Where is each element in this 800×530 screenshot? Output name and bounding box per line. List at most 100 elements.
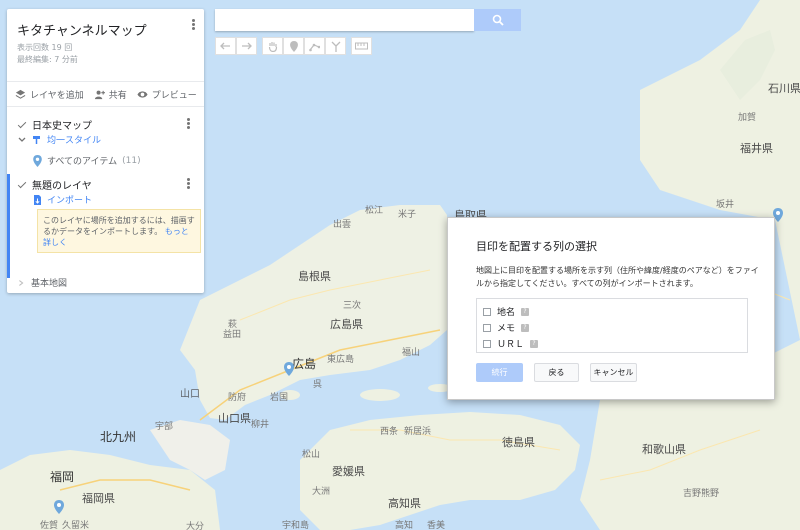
basemap-row[interactable]: 基本地図	[17, 276, 67, 289]
chevron-down-icon[interactable]	[17, 135, 27, 145]
layer-1-style-link[interactable]: 均一スタイル	[47, 133, 101, 146]
map-label-izumo: 出雲	[333, 220, 352, 230]
column-checkbox[interactable]	[483, 339, 491, 348]
layer-2-more-icon[interactable]	[185, 177, 191, 191]
redo-icon	[242, 42, 252, 49]
column-option[interactable]: ＵＲＬ ?	[483, 337, 539, 350]
directions-button[interactable]	[325, 37, 346, 55]
more-options-icon[interactable]	[190, 18, 196, 32]
column-list: 地名 ? メモ ? ＵＲＬ ?	[476, 298, 748, 353]
layer-1-style-row[interactable]: 均一スタイル	[17, 133, 101, 146]
marker-icon	[289, 40, 298, 52]
preview-button[interactable]: プレビュー	[137, 88, 197, 101]
layer-1-name[interactable]: 日本史マップ	[32, 117, 92, 132]
paint-roller-icon	[33, 135, 40, 144]
map-label-kure: 呉	[313, 380, 323, 390]
add-marker-button[interactable]	[283, 37, 304, 55]
map-label-yamaguchi: 山口	[180, 389, 200, 400]
map-label-miyoshi: 三次	[343, 301, 362, 311]
last-edited: 最終編集: 7 分前	[17, 55, 78, 64]
map-label-saga: 佐賀	[40, 521, 59, 530]
column-option-label[interactable]: 地名	[497, 305, 515, 318]
share-label: 共有	[108, 90, 127, 101]
map-label-hiroshima-pref: 広島県	[330, 318, 363, 331]
column-option-label[interactable]: ＵＲＬ	[497, 337, 524, 350]
column-checkbox[interactable]	[483, 307, 491, 316]
map-label-ube: 宇部	[155, 422, 174, 432]
column-option-label[interactable]: メモ	[497, 321, 515, 334]
help-icon[interactable]: ?	[521, 307, 530, 316]
map-label-higashihiroshima: 東広島	[327, 355, 355, 365]
draw-line-button[interactable]	[304, 37, 325, 55]
draw-line-icon	[309, 43, 320, 51]
map-label-fukuoka: 福岡	[50, 470, 75, 484]
chevron-right-icon[interactable]	[17, 279, 25, 287]
layer-2-header[interactable]: 無題のレイヤ	[17, 177, 92, 192]
map-toolbar	[215, 37, 372, 55]
items-count: (11)	[122, 155, 141, 166]
hand-tool-button[interactable]	[262, 37, 283, 55]
checkbox-checked-icon[interactable]	[17, 120, 27, 130]
map-title[interactable]: キタチャンネルマップ	[17, 20, 147, 39]
layer-1-more-icon[interactable]	[185, 117, 191, 131]
map-label-kochi: 高知県	[388, 497, 421, 510]
map-label-saijo: 西条	[380, 427, 399, 437]
back-button[interactable]: 戻る	[534, 363, 579, 382]
map-label-kurume: 久留米	[62, 521, 90, 530]
map-label-kochi-city: 高知	[395, 521, 414, 530]
route-icon	[331, 41, 340, 52]
map-label-yanai: 柳井	[251, 420, 270, 430]
map-label-ehime: 愛媛県	[332, 465, 365, 478]
map-label-fukui: 福井県	[740, 142, 773, 155]
map-label-kaga: 加賀	[738, 113, 757, 123]
column-checkbox[interactable]	[483, 323, 491, 332]
import-row[interactable]: インポート	[33, 193, 92, 206]
map-label-wakayama: 和歌山県	[642, 443, 686, 456]
dialog-description: 地図上に目印を配置する場所を示す列（住所や緯度/経度のペアなど）をファイルから指…	[476, 266, 759, 288]
redo-button[interactable]	[236, 37, 257, 55]
map-label-ishikawa: 石川県	[768, 82, 800, 95]
map-pin-icon[interactable]	[54, 500, 64, 514]
all-items-label[interactable]: すべてのアイテム	[47, 154, 117, 167]
column-option[interactable]: メモ ?	[483, 321, 530, 334]
map-label-yoshino: 吉野熊野	[683, 489, 720, 499]
map-label-matsue: 松江	[365, 206, 384, 216]
map-pin-icon[interactable]	[284, 362, 294, 376]
map-label-iwakuni: 岩国	[270, 393, 289, 403]
ruler-icon	[355, 42, 368, 50]
layer-1-items-row[interactable]: すべてのアイテム (11)	[33, 154, 141, 167]
map-label-yonago: 米子	[398, 210, 417, 220]
map-label-niihama: 新居浜	[404, 427, 432, 437]
file-import-icon	[34, 194, 41, 205]
preview-label: プレビュー	[151, 90, 197, 101]
panel-toolbar: レイヤを追加 共有 プレビュー	[7, 81, 204, 107]
view-count: 表示回数 19 回	[17, 43, 73, 52]
share-button[interactable]: 共有	[94, 88, 127, 101]
map-label-masuda: 益田	[223, 330, 242, 340]
map-label-matsuyama: 松山	[302, 450, 321, 460]
import-link[interactable]: インポート	[47, 193, 92, 206]
column-option[interactable]: 地名 ?	[483, 305, 530, 318]
continue-button[interactable]: 続行	[476, 363, 523, 382]
map-label-kitakyushu: 北九州	[100, 430, 137, 444]
help-icon[interactable]: ?	[530, 339, 539, 348]
layer-1-header[interactable]: 日本史マップ	[17, 117, 92, 132]
add-layer-button[interactable]: レイヤを追加	[15, 88, 84, 101]
undo-button[interactable]	[215, 37, 236, 55]
search-input[interactable]	[215, 9, 474, 31]
checkbox-checked-icon[interactable]	[17, 180, 27, 190]
basemap-label[interactable]: 基本地図	[31, 276, 67, 289]
dialog-title: 目印を配置する列の選択	[476, 240, 597, 253]
search-icon	[492, 14, 504, 26]
eye-icon	[137, 90, 148, 98]
layer-2-name[interactable]: 無題のレイヤ	[32, 177, 92, 192]
search-button[interactable]	[474, 9, 521, 31]
undo-icon	[220, 42, 230, 49]
map-label-fukuoka-pref: 福岡県	[82, 492, 115, 505]
measure-button[interactable]	[351, 37, 372, 55]
map-label-fukuyama: 福山	[402, 348, 421, 358]
cancel-button[interactable]: キャンセル	[590, 363, 637, 382]
help-icon[interactable]: ?	[521, 323, 530, 332]
add-layer-label: レイヤを追加	[30, 90, 84, 101]
map-label-ozu: 大洲	[312, 487, 331, 497]
